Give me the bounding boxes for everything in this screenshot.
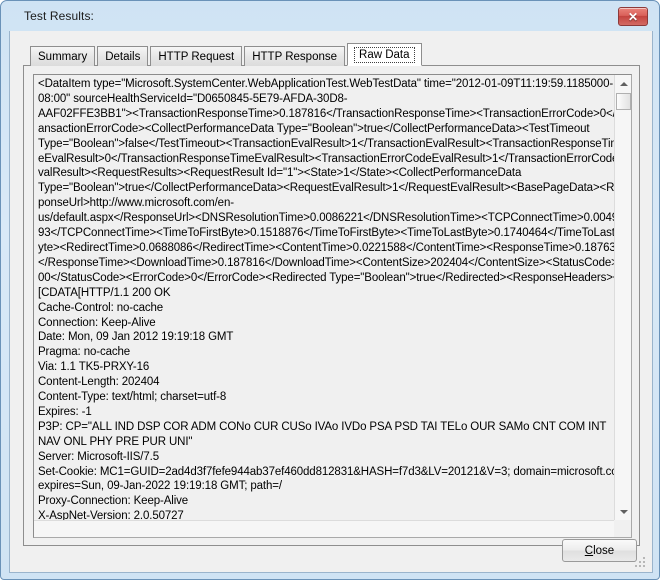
raw-data-line: Via: 1.1 TK5-PRXY-16 [38,361,150,374]
tab-label: Details [105,50,141,63]
tab-summary[interactable]: Summary [30,46,96,66]
raw-data-line: [CDATA[HTTP/1.1 200 OK [38,286,171,299]
vertical-scrollbar[interactable] [614,75,631,520]
window-client-area: Summary Details HTTP Request HTTP Respon… [9,31,653,573]
raw-data-line: yte><RedirectTime>0.0688086</RedirectTim… [38,241,614,254]
window-title: Test Results: [24,9,94,23]
vertical-scrollbar-thumb[interactable] [616,93,631,110]
tab-label: Raw Data [359,48,410,61]
raw-data-line: 93</TCPConnectTime><TimeToFirstByte>0.15… [38,227,614,240]
raw-data-line: </ResponseTime><DownloadTime>0.187816</D… [38,256,614,269]
raw-data-line: AAF02FFE3BB1"><TransactionResponseTime>0… [38,107,614,120]
tab-label: HTTP Response [252,50,338,63]
raw-data-line: Set-Cookie: MC1=GUID=2ad4d3f7fefe944ab37… [38,465,614,478]
raw-data-line: 08:00" sourceHealthServiceId="D0650845-5… [38,92,348,105]
scroll-up-button[interactable] [615,75,631,92]
window-close-button[interactable]: ✕ [618,7,648,26]
close-button[interactable]: Close [562,539,637,562]
triangle-up-icon [619,81,628,86]
raw-data-line: Cache-Control: no-cache [38,301,164,314]
raw-data-line: ansactionErrorCode><CollectPerformanceDa… [38,122,590,135]
close-button-accel: C [584,544,594,557]
close-button-label: lose [593,544,615,557]
raw-data-line: Proxy-Connection: Keep-Alive [38,495,189,508]
tab-http-response[interactable]: HTTP Response [244,46,346,66]
raw-data-line: valResult><RequestResults><RequestResult… [38,167,522,180]
raw-data-line: Date: Mon, 09 Jan 2012 19:19:18 GMT [38,331,234,344]
raw-data-line: Type="Boolean">true</CollectPerformanceD… [38,182,614,195]
raw-data-line: X-AspNet-Version: 2.0.50727 [38,510,184,520]
raw-data-line: Server: Microsoft-IIS/7.5 [38,450,159,463]
tab-label: HTTP Request [158,50,235,63]
raw-data-line: us/default.aspx</ResponseUrl><DNSResolut… [38,212,614,225]
tab-label: Summary [38,50,88,63]
raw-data-line: expires=Sun, 09-Jan-2022 19:19:18 GMT; p… [38,480,282,493]
raw-data-line: NAV ONL PHY PRE PUR UNI" [38,435,193,448]
raw-data-line: Type="Boolean">false</TestTimeout><Trans… [38,137,614,150]
tab-details[interactable]: Details [97,46,149,66]
test-results-window: Test Results: ✕ Summary Details HTTP Req… [0,0,660,580]
scroll-down-button[interactable] [615,503,631,520]
close-x-icon: ✕ [627,9,639,24]
raw-data-line: eEvalResult>0</TransactionResponseTimeEv… [38,152,614,165]
horizontal-scrollbar[interactable] [34,520,614,537]
raw-data-line: P3P: CP="ALL IND DSP COR ADM CONo CUR CU… [38,420,607,433]
raw-data-line: Content-Length: 202404 [38,376,160,389]
tab-raw-data[interactable]: Raw Data [347,43,422,66]
raw-data-line: 00</StatusCode><ErrorCode>0</ErrorCode><… [38,271,614,284]
raw-data-textbox[interactable]: <DataItem type="Microsoft.SystemCenter.W… [33,74,632,538]
raw-data-line: <DataItem type="Microsoft.SystemCenter.W… [38,78,614,90]
raw-data-line: Pragma: no-cache [38,346,131,359]
resize-grip[interactable] [635,557,647,569]
raw-data-line: Expires: -1 [38,405,92,418]
titlebar: Test Results: ✕ [2,2,658,31]
raw-data-line: Connection: Keep-Alive [38,316,156,329]
tab-page-raw-data: <DataItem type="Microsoft.SystemCenter.W… [23,65,640,546]
raw-data-line: ponseUrl>http://www.microsoft.com/en- [38,197,234,210]
triangle-down-icon [619,509,628,514]
scrollbar-corner [614,520,631,537]
raw-data-text-content[interactable]: <DataItem type="Microsoft.SystemCenter.W… [34,75,614,520]
tab-focus-rect: Raw Data [354,46,415,63]
tabstrip: Summary Details HTTP Request HTTP Respon… [30,43,422,66]
tab-http-request[interactable]: HTTP Request [150,46,243,66]
raw-data-line: Content-Type: text/html; charset=utf-8 [38,391,227,404]
